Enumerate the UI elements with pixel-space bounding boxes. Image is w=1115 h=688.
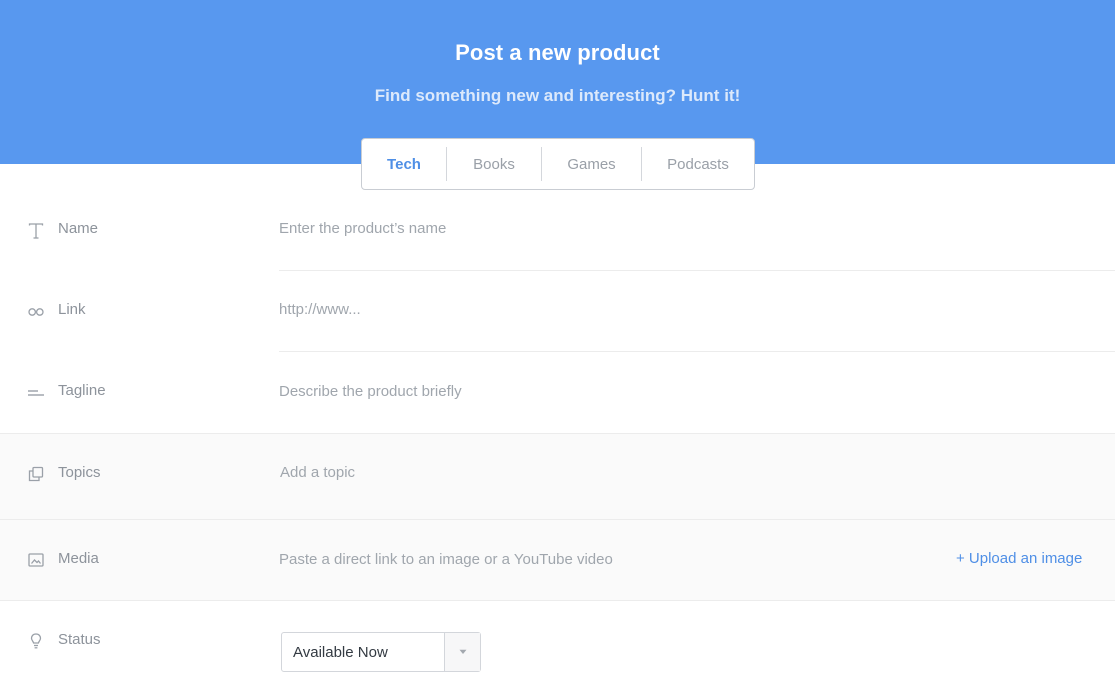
form-row-name: Name — [0, 190, 1115, 270]
link-input[interactable] — [279, 301, 919, 318]
form-row-tagline: Tagline — [0, 352, 1115, 433]
status-select-value: Available Now — [293, 643, 388, 661]
lines-icon — [27, 384, 45, 402]
form-row-topics: Topics — [0, 434, 1115, 519]
chevron-down-icon[interactable] — [444, 633, 480, 671]
lightbulb-icon — [27, 632, 45, 650]
media-label: Media — [58, 550, 99, 567]
upload-image-link[interactable]: + Upload an image — [956, 550, 1082, 567]
name-input[interactable] — [279, 220, 919, 237]
tab-podcasts[interactable]: Podcasts — [642, 147, 754, 181]
tab-games[interactable]: Games — [542, 147, 642, 181]
form-row-status: Status — [0, 601, 1115, 688]
form-row-link: Link — [0, 271, 1115, 351]
link-label: Link — [58, 301, 86, 318]
tagline-label: Tagline — [58, 382, 106, 399]
form-row-media: Media + Upload an image — [0, 520, 1115, 600]
category-tabs: Tech Books Games Podcasts — [361, 138, 755, 190]
media-input[interactable] — [279, 551, 839, 568]
page-subtitle: Find something new and interesting? Hunt… — [374, 86, 741, 105]
page-title: Post a new product — [455, 40, 660, 65]
stacked-squares-icon — [27, 465, 45, 483]
topics-input[interactable] — [280, 464, 920, 481]
topics-label: Topics — [58, 464, 101, 481]
text-icon — [27, 222, 45, 240]
status-label: Status — [58, 631, 101, 648]
infinity-link-icon — [27, 303, 45, 321]
name-label: Name — [58, 220, 99, 237]
tab-books[interactable]: Books — [447, 147, 542, 181]
tagline-input[interactable] — [279, 383, 919, 400]
status-select[interactable]: Available Now — [281, 632, 481, 672]
image-icon — [27, 551, 45, 569]
tab-tech[interactable]: Tech — [362, 147, 447, 181]
